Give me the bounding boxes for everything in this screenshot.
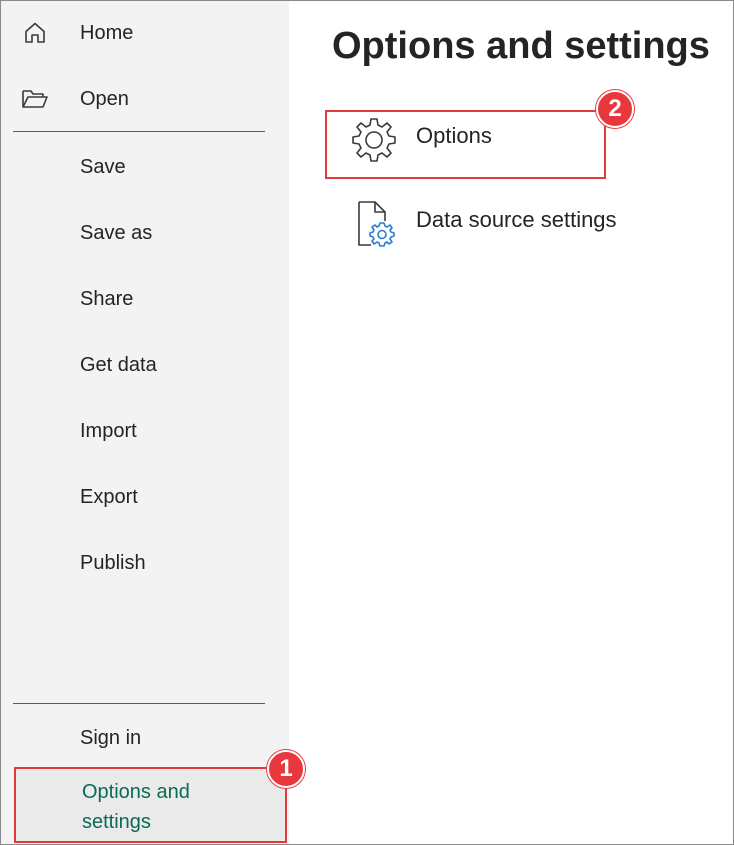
sidebar-item-save[interactable]: Save [1, 143, 289, 191]
sidebar-item-label: Options and settings [82, 781, 190, 833]
sidebar-item-share[interactable]: Share [1, 275, 289, 323]
sidebar-item-home[interactable]: Home [1, 9, 289, 57]
step-2-badge: 2 [596, 90, 634, 128]
sidebar-item-label: Get data [80, 353, 157, 376]
sidebar-item-label: Export [80, 485, 138, 508]
sidebar-item-label: Share [80, 287, 134, 310]
main-panel: Options and settings Options Data source… [289, 1, 733, 844]
gear-icon [349, 115, 399, 165]
sidebar-item-label: Home [80, 21, 134, 44]
sidebar-item-sign-in[interactable]: Sign in [1, 714, 289, 762]
sidebar-item-label: Sign in [80, 726, 142, 749]
sidebar-item-label: Open [80, 87, 129, 110]
sidebar-item-label: Save as [80, 221, 153, 244]
sidebar: Home Open Save Save as Share Get data Im… [1, 1, 289, 844]
sidebar-item-label: Import [80, 419, 137, 442]
document-gear-icon [349, 199, 399, 249]
step-1-badge: 1 [267, 750, 305, 788]
sidebar-item-open[interactable]: Open [1, 75, 289, 123]
folder-open-icon [21, 85, 49, 113]
sidebar-item-import[interactable]: Import [1, 407, 289, 455]
sidebar-item-label: Save [80, 155, 126, 178]
sidebar-item-publish[interactable]: Publish [1, 539, 289, 587]
data-source-settings-label: Data source settings [416, 207, 617, 232]
options-button[interactable]: Options [329, 111, 689, 167]
options-label: Options [416, 123, 492, 148]
app-window: Home Open Save Save as Share Get data Im… [0, 0, 734, 845]
home-icon [21, 19, 49, 47]
sidebar-item-options-and-settings[interactable]: Options and settings [15, 769, 285, 841]
sidebar-item-get-data[interactable]: Get data [1, 341, 289, 389]
page-title: Options and settings [332, 25, 710, 67]
sidebar-item-label: Publish [80, 551, 146, 574]
sidebar-divider [13, 131, 265, 132]
data-source-settings-button[interactable]: Data source settings [329, 195, 689, 251]
sidebar-item-save-as[interactable]: Save as [1, 209, 289, 257]
sidebar-item-export[interactable]: Export [1, 473, 289, 521]
sidebar-divider [13, 703, 265, 704]
